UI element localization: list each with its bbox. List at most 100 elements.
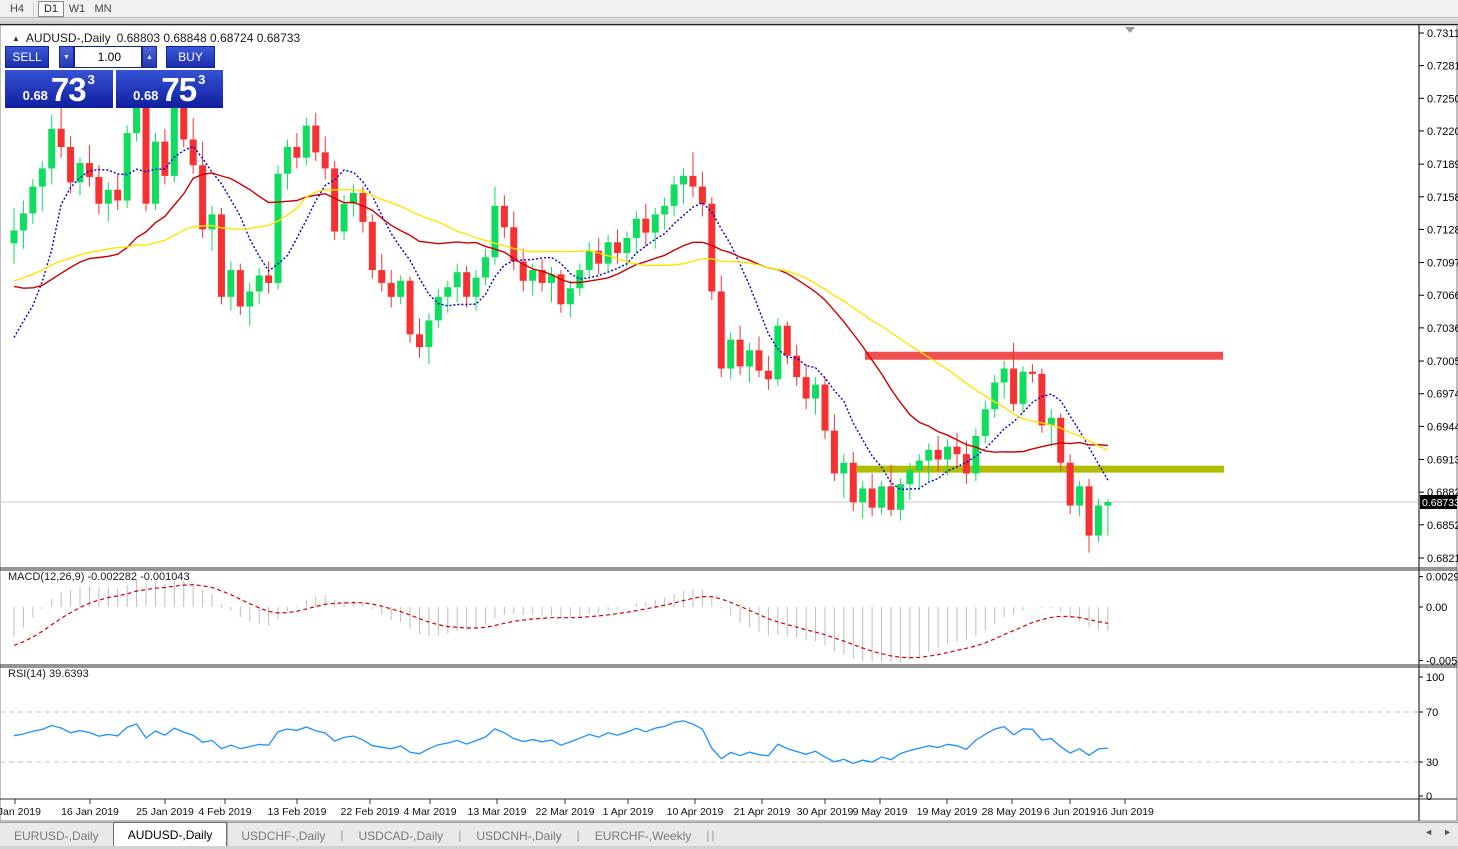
chart-tab-audusd-daily[interactable]: AUDUSD-,Daily xyxy=(113,822,228,846)
candle-body xyxy=(1057,418,1064,463)
candle-body xyxy=(529,270,536,281)
time-axis-label: 13 Feb 2019 xyxy=(268,806,327,818)
candle-body xyxy=(1029,372,1036,374)
timeframe-button-w1[interactable]: W1 xyxy=(64,1,90,17)
candle-body xyxy=(67,147,74,182)
chart-tab-eurusd-daily[interactable]: EURUSD-,Daily xyxy=(0,825,113,846)
chart-window[interactable]: 0.731150.728100.725050.722000.718900.715… xyxy=(0,25,1458,822)
candle-body xyxy=(190,139,197,165)
macd-axis-label: 0.002984 xyxy=(1426,572,1458,584)
time-axis-label: 22 Mar 2019 xyxy=(536,806,595,818)
buy-price-big: 75 xyxy=(161,75,196,105)
chart-tab-usdchf-daily[interactable]: USDCHF-,Daily xyxy=(227,825,339,846)
candle-body xyxy=(265,275,272,282)
time-axis-label: 10 Apr 2019 xyxy=(667,806,724,818)
candle-body xyxy=(1067,463,1074,506)
candle-body xyxy=(11,230,18,243)
time-axis-label: 7 Jan 2019 xyxy=(0,806,41,818)
candle-body xyxy=(312,126,319,153)
time-axis-label: 30 Apr 2019 xyxy=(797,806,854,818)
sell-price-big: 73 xyxy=(51,75,86,105)
candle-body xyxy=(1020,372,1027,404)
sell-price-button[interactable]: 0.68 73 3 xyxy=(5,70,113,108)
volume-input[interactable]: 1.00 xyxy=(74,46,142,68)
timeframe-button-d1[interactable]: D1 xyxy=(38,1,64,17)
candle-body xyxy=(567,288,574,304)
candle-body xyxy=(661,206,668,215)
candle-body xyxy=(1038,374,1045,425)
tab-scroll-right-icon[interactable]: ► xyxy=(1443,827,1452,837)
candle-body xyxy=(623,238,630,253)
buy-price-button[interactable]: 0.68 75 3 xyxy=(116,70,224,108)
chart-tab-bar: EURUSD-,DailyAUDUSD-,DailyUSDCHF-,Daily|… xyxy=(0,822,1458,846)
candle-body xyxy=(114,190,121,201)
candle-body xyxy=(482,257,489,277)
candle-body xyxy=(58,129,65,147)
macd-label: MACD(12,26,9) -0.002282 -0.001043 xyxy=(8,571,190,583)
chart-title: ▲ AUDUSD-,Daily 0.68803 0.68848 0.68724 … xyxy=(12,31,300,45)
time-axis-label: 6 Jun 2019 xyxy=(1044,806,1096,818)
price-axis-label: 0.68520 xyxy=(1427,520,1458,532)
timeframe-button-h4[interactable]: H4 xyxy=(4,1,30,17)
candle-body xyxy=(746,350,753,366)
candle-body xyxy=(48,129,55,169)
tab-scroll-left-icon[interactable]: ◄ xyxy=(1424,827,1433,837)
candle-body xyxy=(850,463,857,503)
chart-tab-eurchf-weekly[interactable]: EURCHF-,Weekly xyxy=(581,825,705,846)
time-axis-label: 4 Mar 2019 xyxy=(403,806,456,818)
timeframe-toolbar: H4 D1W1MN xyxy=(0,0,1458,18)
candle-body xyxy=(793,356,800,377)
buy-price-small: 0.68 xyxy=(133,87,158,105)
candle-body xyxy=(755,350,762,370)
candle-body xyxy=(105,190,112,204)
candle-body xyxy=(869,488,876,507)
candle-body xyxy=(1010,369,1017,404)
toolbar-separator xyxy=(33,2,35,16)
candle-body xyxy=(642,219,649,233)
rsi-axis-label: 100 xyxy=(1426,672,1444,684)
candle-body xyxy=(916,461,923,471)
candle-body xyxy=(671,184,678,205)
candle-body xyxy=(256,275,263,291)
candle-body xyxy=(407,281,414,335)
candle-body xyxy=(859,488,866,502)
candle-body xyxy=(161,142,168,176)
candle-body xyxy=(416,334,423,347)
time-axis-label: 22 Feb 2019 xyxy=(341,806,400,818)
chart-shift-marker-icon[interactable] xyxy=(1125,27,1135,33)
price-axis-label: 0.70050 xyxy=(1427,356,1458,368)
chart-tab-usdcad-daily[interactable]: USDCAD-,Daily xyxy=(345,825,458,846)
price-axis-label: 0.68210 xyxy=(1427,553,1458,565)
one-click-trade-panel: SELL ▼ 1.00 ▲ BUY 0.68 73 3 0.68 75 3 xyxy=(5,46,223,108)
candle-body xyxy=(171,107,178,176)
candle-body xyxy=(246,291,253,306)
rsi-axis-label: 0 xyxy=(1426,791,1432,803)
candle-body xyxy=(227,270,234,297)
time-axis-label: 13 Mar 2019 xyxy=(468,806,527,818)
candle-body xyxy=(737,340,744,367)
candle-body xyxy=(284,147,291,174)
candle-body xyxy=(124,133,131,200)
price-axis-label: 0.69440 xyxy=(1427,421,1458,433)
sell-button[interactable]: SELL xyxy=(5,46,49,68)
candle-body xyxy=(152,142,159,204)
volume-increase-button[interactable]: ▲ xyxy=(142,46,157,68)
buy-price-sup: 3 xyxy=(198,72,205,87)
candle-body xyxy=(133,104,140,133)
candle-body xyxy=(1076,486,1083,505)
buy-button[interactable]: BUY xyxy=(166,46,215,68)
time-axis-label: 9 May 2019 xyxy=(853,806,908,818)
candle-body xyxy=(1001,369,1008,383)
chart-tab-usdcnh-daily[interactable]: USDCNH-,Daily xyxy=(462,825,575,846)
candle-body xyxy=(991,382,998,409)
chart-canvas[interactable]: 0.731150.728100.725050.722000.718900.715… xyxy=(0,25,1458,822)
timeframe-button-mn[interactable]: MN xyxy=(90,1,116,17)
collapse-arrow-icon[interactable]: ▲ xyxy=(12,34,20,43)
candle-body xyxy=(454,272,461,287)
chart-border xyxy=(0,25,1457,821)
volume-decrease-button[interactable]: ▼ xyxy=(59,46,74,68)
candle-body xyxy=(209,214,216,229)
candle-body xyxy=(906,470,913,484)
candle-body xyxy=(614,242,621,253)
time-axis-label: 19 May 2019 xyxy=(917,806,978,818)
